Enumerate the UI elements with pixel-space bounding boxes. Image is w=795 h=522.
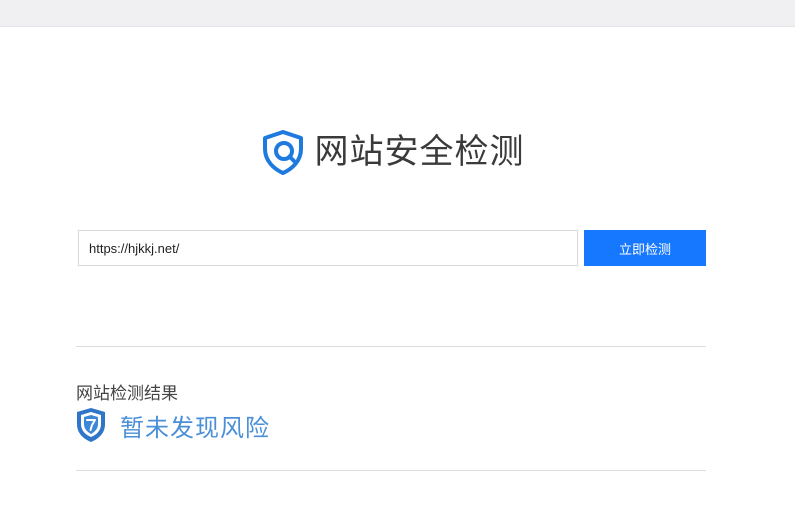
result-label: 网站检测结果	[76, 384, 178, 404]
url-input[interactable]	[78, 230, 578, 266]
result-status-row: 暂未发现风险	[76, 407, 270, 443]
browser-topbar	[0, 0, 795, 27]
check-now-button[interactable]: 立即检测	[584, 230, 706, 266]
result-status: 暂未发现风险	[120, 413, 270, 442]
page-title: 网站安全检测	[314, 132, 525, 172]
divider-bottom	[76, 470, 706, 471]
divider-top	[76, 346, 706, 347]
shield-search-icon	[262, 130, 303, 175]
logo-header: 网站安全检测	[0, 128, 795, 176]
shield-check-icon	[77, 408, 105, 442]
